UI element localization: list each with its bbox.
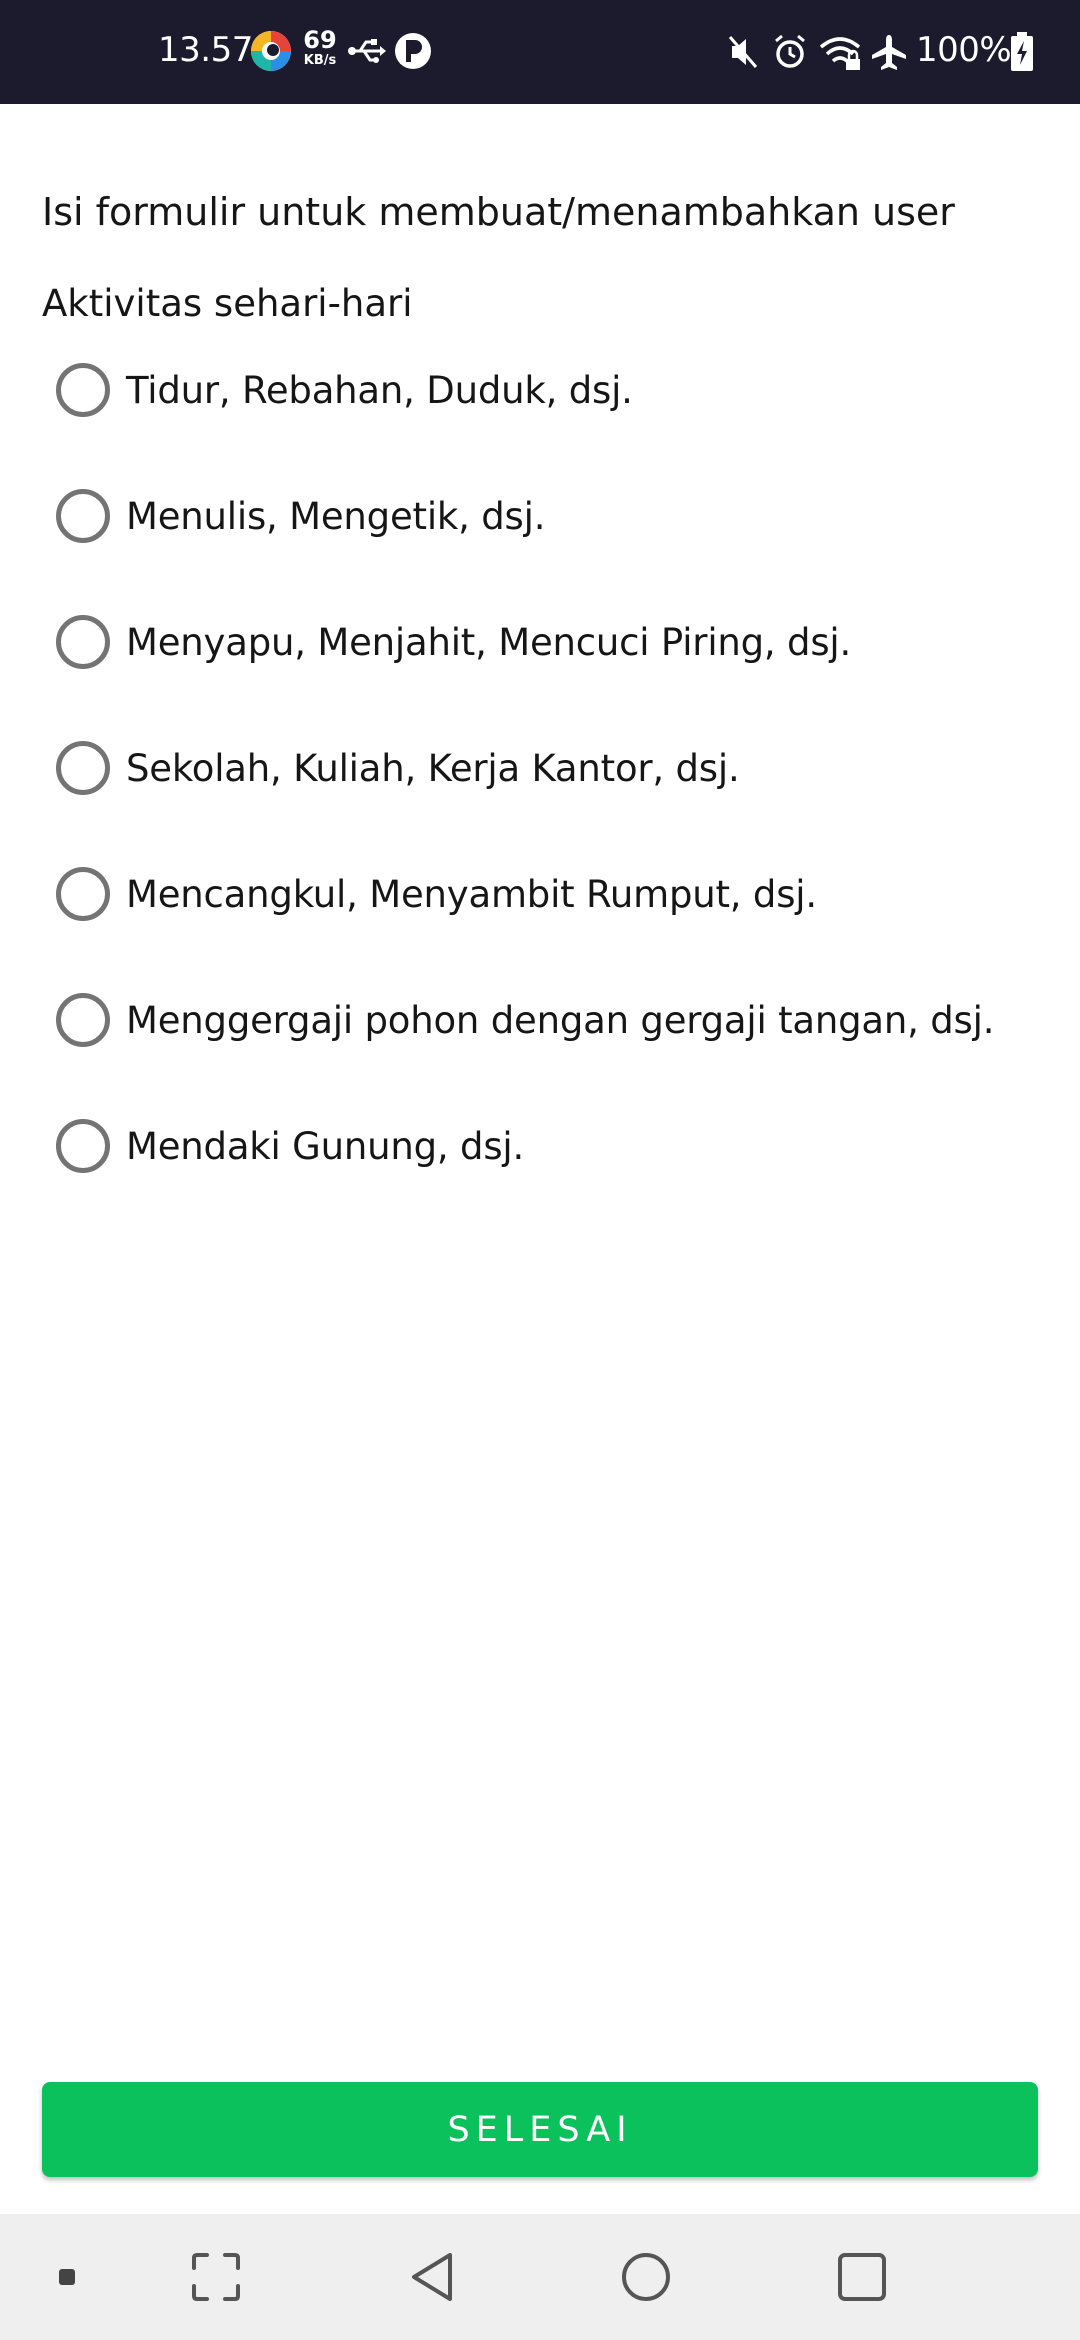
battery-percent: 100%	[916, 30, 1012, 70]
radio-option-3[interactable]: Menyapu, Menjahit, Mencuci Piring, dsj.	[56, 612, 1056, 672]
radio-option-label: Menyapu, Menjahit, Mencuci Piring, dsj.	[126, 620, 852, 664]
wifi-icon	[819, 37, 861, 70]
recents-icon	[838, 2253, 886, 2301]
network-speed-unit: KB/s	[303, 53, 337, 68]
p-app-icon	[395, 33, 431, 69]
radio-option-label: Menggergaji pohon dengan gergaji tangan,…	[126, 998, 995, 1042]
mute-icon	[728, 36, 758, 68]
radio-option-1[interactable]: Tidur, Rebahan, Duduk, dsj.	[56, 360, 1056, 420]
screenshot-frame-icon	[192, 2253, 240, 2301]
network-speed-value: 69	[303, 26, 337, 54]
screenshot-button[interactable]	[180, 2214, 252, 2340]
battery-icon	[1011, 32, 1033, 71]
alarm-icon	[775, 34, 805, 68]
radio-button[interactable]	[56, 615, 110, 669]
radio-option-6[interactable]: Menggergaji pohon dengan gergaji tangan,…	[56, 990, 1056, 1050]
radio-option-label: Tidur, Rebahan, Duduk, dsj.	[126, 368, 633, 412]
back-button[interactable]	[396, 2214, 468, 2340]
page-title: Isi formulir untuk membuat/menambahkan u…	[42, 190, 955, 234]
radio-option-4[interactable]: Sekolah, Kuliah, Kerja Kantor, dsj.	[56, 738, 1056, 798]
navigation-bar	[0, 2214, 1080, 2340]
selesai-button[interactable]: SELESAI	[42, 2082, 1038, 2177]
radio-button[interactable]	[56, 489, 110, 543]
usb-icon	[348, 39, 386, 63]
airplane-icon	[872, 35, 906, 70]
radio-button[interactable]	[56, 867, 110, 921]
back-icon	[412, 2253, 452, 2301]
radio-button[interactable]	[56, 741, 110, 795]
radio-option-label: Menulis, Mengetik, dsj.	[126, 494, 546, 538]
activity-section-label: Aktivitas sehari-hari	[42, 282, 413, 325]
network-speed: 69 KB/s	[298, 28, 342, 67]
home-icon	[622, 2253, 670, 2301]
status-bar: 13.57 69 KB/s 100%	[0, 0, 1080, 104]
radio-button[interactable]	[56, 363, 110, 417]
radio-option-label: Sekolah, Kuliah, Kerja Kantor, dsj.	[126, 746, 740, 790]
radio-option-7[interactable]: Mendaki Gunung, dsj.	[56, 1116, 1056, 1176]
radio-button[interactable]	[56, 993, 110, 1047]
browser-app-icon	[251, 31, 291, 71]
status-time: 13.57	[158, 30, 253, 70]
radio-button[interactable]	[56, 1119, 110, 1173]
radio-option-2[interactable]: Menulis, Mengetik, dsj.	[56, 486, 1056, 546]
radio-option-label: Mencangkul, Menyambit Rumput, dsj.	[126, 872, 817, 916]
home-button[interactable]	[610, 2214, 682, 2340]
radio-option-label: Mendaki Gunung, dsj.	[126, 1124, 525, 1168]
dot-button[interactable]	[40, 2214, 94, 2340]
dot-icon	[59, 2269, 75, 2285]
radio-option-5[interactable]: Mencangkul, Menyambit Rumput, dsj.	[56, 864, 1056, 924]
recents-button[interactable]	[826, 2214, 898, 2340]
